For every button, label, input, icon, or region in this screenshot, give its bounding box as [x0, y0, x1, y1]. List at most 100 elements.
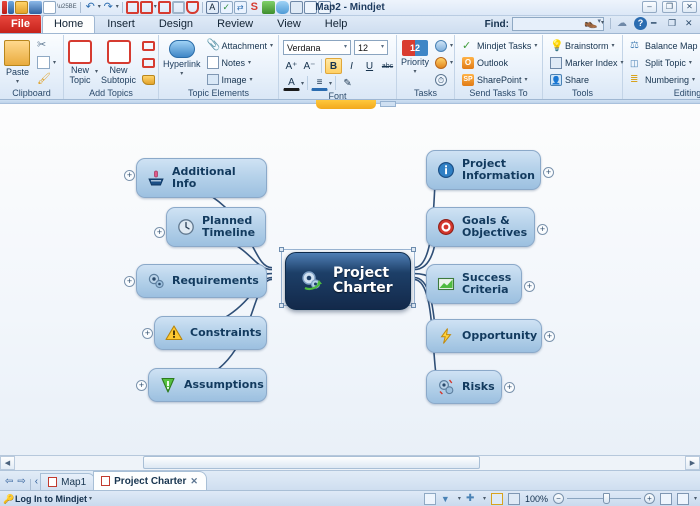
italic-button[interactable]: I — [343, 58, 360, 74]
sharepoint-button[interactable]: SP SharePoint ▾ — [459, 72, 540, 87]
callout-button[interactable] — [139, 38, 158, 53]
app-mark-icon[interactable] — [8, 1, 14, 14]
floating-topic-button[interactable] — [139, 55, 158, 70]
redo-caret-icon[interactable]: ▾ — [116, 1, 119, 14]
window-buttons[interactable]: – ❐ ✕ — [642, 1, 697, 13]
sharepoint-caret-icon[interactable]: ▾ — [525, 76, 528, 83]
attachment-button[interactable]: 📎 Attachment ▾ — [204, 38, 277, 53]
brainstorm-button[interactable]: 💡 Brainstorm ▾ — [547, 38, 627, 53]
horizontal-scrollbar[interactable]: ◀ ▶ — [0, 455, 700, 470]
undo-icon[interactable]: ↶ — [84, 1, 97, 14]
power-filter-icon[interactable]: ✚ — [466, 493, 478, 505]
font-color-caret-icon[interactable]: ▾ — [301, 80, 304, 87]
expander-opportunity[interactable]: + — [544, 331, 555, 342]
attachment-caret-icon[interactable]: ▾ — [270, 42, 273, 49]
paste-button[interactable]: Paste ▾ — [4, 38, 31, 87]
tab-prev-button[interactable]: ⇦ — [3, 476, 15, 490]
doc-restore-icon[interactable]: ❐ — [668, 17, 681, 30]
maximize-button[interactable]: ❐ — [662, 1, 677, 13]
undo-caret-icon[interactable]: ▾ — [98, 1, 101, 14]
notes-caret-icon[interactable]: ▾ — [248, 59, 251, 66]
redo-icon[interactable]: ↷ — [102, 1, 115, 14]
priority-icon[interactable] — [261, 1, 275, 14]
progress-caret-icon[interactable]: ▾ — [450, 42, 453, 49]
scroll-right-button[interactable]: ▶ — [685, 456, 700, 470]
split-topic-caret-icon[interactable]: ▾ — [689, 59, 692, 66]
expander-risks[interactable]: + — [504, 382, 515, 393]
bold-button[interactable]: B — [325, 58, 342, 74]
filter-caret-icon[interactable]: ▾ — [458, 495, 461, 502]
login-caret-icon[interactable]: ▾ — [89, 495, 92, 502]
filter-icon[interactable]: ▼ — [441, 493, 453, 505]
view-mode-icon[interactable] — [676, 492, 689, 505]
priority-button[interactable]: 12 Priority ▾ — [401, 38, 429, 77]
strikethrough-button[interactable]: abc — [379, 58, 396, 74]
quick-access-toolbar[interactable]: \u25BE ↶ ▾ ↷ ▾ ▾ A ✓ ⇄ S ▾ — [0, 1, 335, 14]
new-topic-button[interactable]: New Topic — [68, 38, 92, 85]
fill-color-caret-icon[interactable]: ▾ — [329, 80, 332, 87]
topic-risks[interactable]: Risks — [426, 370, 502, 404]
ribbon-minimize-icon[interactable]: ━ — [651, 17, 664, 30]
focus-icon[interactable] — [507, 492, 520, 505]
new-topic-caret-icon[interactable]: ▾ — [95, 68, 98, 88]
topic-additional-info[interactable]: Additional Info — [136, 158, 267, 198]
outlook-button[interactable]: O Outlook — [459, 55, 540, 70]
topic-project-information[interactable]: Project Information — [426, 150, 541, 190]
notes-button[interactable]: Notes ▾ — [204, 55, 277, 70]
zoom-out-button[interactable]: − — [552, 493, 564, 504]
zoom-track[interactable] — [566, 493, 641, 504]
topic-planned-timeline[interactable]: Planned Timeline — [166, 207, 266, 247]
share-button[interactable]: 👤 Share — [547, 72, 627, 87]
marker-index-button[interactable]: Marker Index ▾ — [547, 55, 627, 70]
mindjet-tasks-button[interactable]: ✓ Mindjet Tasks ▾ — [459, 38, 540, 53]
hyperlink-icon[interactable] — [275, 1, 289, 14]
duration-button[interactable]: ⏱ — [432, 72, 456, 87]
split-topic-button[interactable]: ◫ Split Topic ▾ — [627, 55, 700, 70]
copy-caret-icon[interactable]: ▾ — [53, 59, 56, 66]
subtopic-icon[interactable] — [139, 1, 153, 14]
fit-map-icon[interactable] — [490, 492, 503, 505]
callout-topic-icon[interactable] — [157, 1, 171, 14]
binoculars-caret-icon[interactable]: ▾ — [601, 17, 604, 30]
new-document-icon[interactable] — [43, 1, 56, 14]
header-icon-group[interactable]: 👞 ▾ ☁ ? ━ ❐ ✕ — [584, 17, 698, 30]
balance-map-button[interactable]: ⚖ Balance Map — [627, 38, 700, 53]
fill-color-button[interactable]: ≡ — [311, 76, 329, 91]
topic-opportunity[interactable]: Opportunity — [426, 319, 542, 353]
topic-requirements[interactable]: Requirements — [136, 264, 267, 298]
tab-review[interactable]: Review — [205, 15, 265, 33]
expander-planned-timeline[interactable]: + — [154, 227, 165, 238]
subtopic-caret-icon[interactable]: ▾ — [154, 1, 157, 14]
format-painter-button[interactable]: 🖌 — [34, 72, 59, 87]
minimize-button[interactable]: – — [642, 1, 657, 13]
table-icon[interactable] — [289, 1, 303, 14]
hyperlink-button[interactable]: Hyperlink ▾ — [163, 38, 201, 79]
tab-insert[interactable]: Insert — [95, 15, 147, 33]
selection-handle-bl[interactable] — [279, 303, 284, 308]
numbering-caret-icon[interactable]: ▾ — [692, 76, 695, 83]
relationship-icon[interactable] — [185, 1, 199, 14]
image-button[interactable]: Image ▾ — [204, 72, 277, 87]
zoom-slider[interactable]: − + — [552, 493, 655, 504]
close-button[interactable]: ✕ — [682, 1, 697, 13]
zoom-in-button[interactable]: + — [643, 493, 655, 504]
tab-design[interactable]: Design — [147, 15, 205, 33]
qat-overflow-icon[interactable]: ▾ — [332, 1, 335, 14]
open-folder-icon[interactable] — [15, 1, 28, 14]
fit-to-window-icon[interactable] — [659, 492, 672, 505]
tab-next-button[interactable]: ⇨ — [15, 476, 27, 490]
hyperlink-caret-icon[interactable]: ▾ — [180, 69, 183, 79]
mindjet-logo-icon[interactable] — [2, 1, 7, 14]
expander-success-criteria[interactable]: + — [524, 281, 535, 292]
view-mode-caret-icon[interactable]: ▾ — [694, 495, 697, 502]
cloud-icon[interactable]: ☁ — [617, 17, 630, 30]
floating-topic-icon[interactable] — [171, 1, 185, 14]
numbering-button[interactable]: ≣ Numbering ▾ — [627, 72, 700, 87]
grow-font-button[interactable]: A⁺ — [283, 58, 300, 74]
mindjet-tasks-caret-icon[interactable]: ▾ — [534, 42, 537, 49]
save-icon[interactable] — [29, 1, 42, 14]
expander-project-information[interactable]: + — [543, 167, 554, 178]
expander-requirements[interactable]: + — [124, 276, 135, 287]
topic-success-criteria[interactable]: Success Criteria — [426, 264, 522, 304]
scroll-thumb[interactable] — [143, 456, 480, 469]
